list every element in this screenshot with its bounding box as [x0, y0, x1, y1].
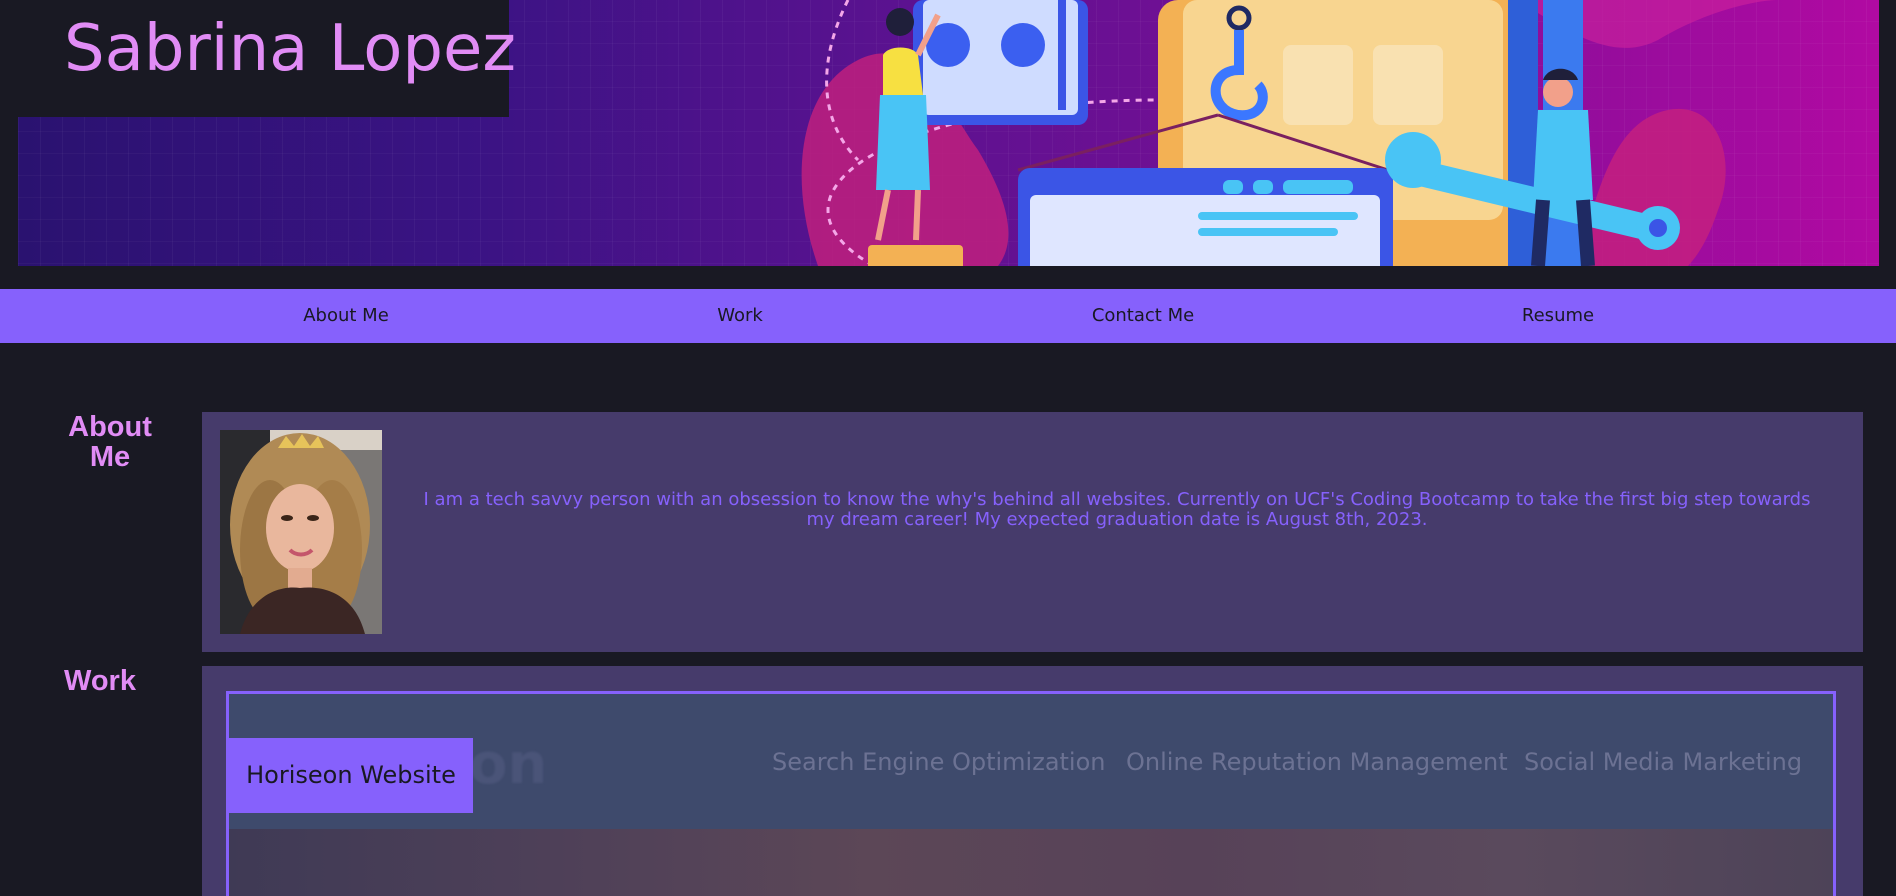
about-description: I am a tech savvy person with an obsessi… — [423, 489, 1811, 530]
project-preview-nav-item: Online Reputation Management — [1126, 748, 1508, 776]
profile-photo — [220, 430, 382, 634]
project-preview-image — [229, 829, 1833, 896]
nav-link-contact-me[interactable]: Contact Me — [1092, 289, 1194, 343]
project-link-horiseon[interactable]: Horiseon Website — [229, 738, 473, 813]
project-preview-nav-item: Social Media Marketing — [1524, 748, 1803, 776]
project-preview-nav-item: Search Engine Optimization — [772, 748, 1106, 776]
title-box: Sabrina Lopez — [18, 0, 516, 117]
work-card: on Search Engine Optimization Online Rep… — [202, 666, 1863, 896]
about-heading: About Me — [68, 411, 152, 473]
about-card: I am a tech savvy person with an obsessi… — [202, 412, 1863, 652]
project-card-horiseon[interactable]: on Search Engine Optimization Online Rep… — [226, 691, 1836, 896]
site-title: Sabrina Lopez — [64, 12, 516, 86]
work-heading: Work — [64, 665, 136, 697]
nav-link-about-me[interactable]: About Me — [303, 289, 389, 343]
main-nav: About Me Work Contact Me Resume — [0, 289, 1896, 343]
nav-link-work[interactable]: Work — [717, 289, 763, 343]
nav-link-resume[interactable]: Resume — [1522, 289, 1594, 343]
project-preview-logo: on — [469, 732, 548, 797]
